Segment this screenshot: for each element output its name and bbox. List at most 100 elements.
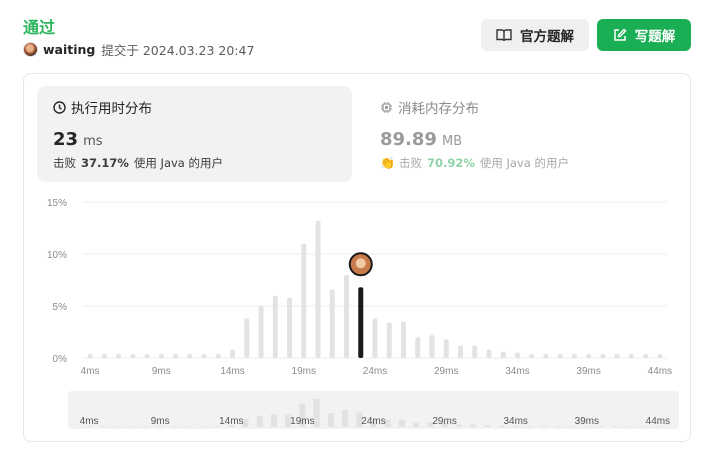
- chart-bar[interactable]: [272, 295, 278, 358]
- chart-bar[interactable]: [244, 318, 250, 358]
- chart-bar[interactable]: [386, 322, 392, 358]
- chart-bar[interactable]: [158, 353, 164, 358]
- highlighted-bar[interactable]: [358, 287, 364, 358]
- x-tick-label: 14ms: [220, 366, 244, 377]
- chart-bar[interactable]: [187, 353, 193, 358]
- chart-bar[interactable]: [201, 353, 207, 358]
- chart-bar[interactable]: [529, 353, 535, 358]
- chart-bar[interactable]: [443, 339, 449, 358]
- overview-bar: [342, 409, 349, 427]
- overview-bar: [413, 422, 420, 427]
- runtime-value: 23: [53, 129, 79, 150]
- overview-bar: [256, 416, 263, 427]
- runtime-beats-prefix: 击败: [53, 156, 76, 170]
- overview-bar: [626, 426, 633, 427]
- chart-bar[interactable]: [372, 318, 378, 358]
- chart-bar[interactable]: [173, 353, 179, 358]
- chart-bar[interactable]: [557, 353, 563, 358]
- chart-bar[interactable]: [429, 335, 435, 358]
- overview-tick-label: 14ms: [219, 416, 243, 427]
- memory-value: 89.89: [380, 129, 437, 150]
- overview-bar: [398, 419, 405, 427]
- overview-bar: [612, 426, 619, 427]
- chart-bar[interactable]: [301, 243, 307, 358]
- chart-bar[interactable]: [230, 349, 236, 358]
- chart-bar[interactable]: [543, 353, 549, 358]
- y-tick-label: 10%: [47, 250, 67, 261]
- chart-bar[interactable]: [457, 345, 463, 358]
- chart-bar[interactable]: [344, 274, 350, 358]
- x-tick-label: 19ms: [292, 366, 316, 377]
- x-tick-label: 44ms: [648, 366, 672, 377]
- overview-tick-label: 39ms: [575, 416, 599, 427]
- runtime-unit: ms: [83, 134, 103, 149]
- chart-bar[interactable]: [130, 353, 136, 358]
- overview-bar: [327, 412, 334, 427]
- chart-bar[interactable]: [287, 297, 293, 358]
- overview-bar: [100, 426, 107, 427]
- username[interactable]: waiting: [43, 42, 95, 57]
- runtime-tab[interactable]: 执行用时分布 23 ms 击败 37.17% 使用 Java 的用户: [37, 86, 352, 182]
- runtime-beats-suffix: 使用 Java 的用户: [133, 156, 224, 170]
- memory-tab[interactable]: 消耗内存分布 89.89 MB 👏 击败 70.92% 使用 Java 的用户: [364, 86, 679, 182]
- chart-bar[interactable]: [500, 351, 506, 358]
- x-tick-label: 29ms: [434, 366, 458, 377]
- y-tick-label: 5%: [53, 302, 68, 313]
- chart-bar[interactable]: [415, 337, 421, 358]
- chart-bar[interactable]: [315, 220, 321, 358]
- write-solution-label: 写题解: [634, 29, 676, 45]
- write-solution-button[interactable]: 写题解: [597, 19, 691, 51]
- y-tick-label: 15%: [47, 198, 67, 209]
- official-solutions-button[interactable]: 官方题解: [481, 19, 589, 51]
- chart-bar[interactable]: [472, 345, 478, 358]
- book-icon: [496, 29, 512, 42]
- x-tick-label: 24ms: [363, 366, 387, 377]
- chart-bar[interactable]: [215, 353, 221, 358]
- chart-bar[interactable]: [643, 353, 649, 358]
- status-title: 通过: [23, 18, 56, 37]
- memory-unit: MB: [441, 134, 463, 149]
- runtime-distribution-chart[interactable]: 0% 5% 10% 15% 4ms 9ms 14ms 19ms 24ms 29ms 34ms 39m…: [24, 194, 690, 441]
- chart-bar[interactable]: [614, 353, 620, 358]
- chart-bar[interactable]: [586, 353, 592, 358]
- overview-tick-label: 4ms: [80, 416, 99, 427]
- chart-bar[interactable]: [571, 353, 577, 358]
- overview-bar: [541, 426, 548, 427]
- submitted-time: 提交于 2024.03.23 20:47: [101, 42, 255, 58]
- chart-bar[interactable]: [258, 306, 264, 358]
- chart-bar[interactable]: [628, 353, 634, 358]
- overview-bar: [171, 426, 178, 427]
- submission-info: waiting 提交于 2024.03.23 20:47: [23, 40, 254, 58]
- avatar-face: [355, 258, 366, 269]
- overview-bar: [484, 425, 491, 427]
- stats-card: 执行用时分布 23 ms 击败 37.17% 使用 Java 的用户 消耗内存分…: [23, 73, 691, 442]
- official-solutions-label: 官方题解: [520, 29, 574, 45]
- overview-tick-label: 24ms: [361, 416, 385, 427]
- chart-bar[interactable]: [101, 353, 107, 358]
- overview-bar: [128, 426, 135, 427]
- clock-icon: [53, 100, 66, 114]
- chart-bar[interactable]: [87, 353, 93, 358]
- memory-beats-percent: 70.92%: [426, 156, 475, 170]
- chart-bar[interactable]: [486, 349, 492, 358]
- clap-icon: 👏: [380, 156, 395, 170]
- chip-icon: [381, 101, 392, 113]
- chart-bar[interactable]: [657, 353, 663, 358]
- avatar[interactable]: [23, 41, 38, 57]
- runtime-beats-percent: 37.17%: [81, 156, 129, 170]
- chart-bar[interactable]: [144, 353, 150, 358]
- chart-bar[interactable]: [400, 321, 406, 358]
- chart-bar[interactable]: [600, 353, 606, 358]
- x-tick-label: 34ms: [505, 366, 529, 377]
- chart-bar[interactable]: [514, 352, 520, 358]
- overview-bar: [142, 426, 149, 427]
- chart-bar[interactable]: [329, 289, 335, 358]
- chart-bar[interactable]: [116, 353, 122, 358]
- overview-bar: [270, 414, 277, 427]
- overview-tick-label: 9ms: [151, 416, 170, 427]
- overview-bar: [199, 426, 206, 427]
- overview-bar: [185, 426, 192, 427]
- x-tick-label: 9ms: [152, 366, 171, 377]
- runtime-title: 执行用时分布: [71, 101, 152, 117]
- y-tick-label: 0%: [53, 354, 68, 365]
